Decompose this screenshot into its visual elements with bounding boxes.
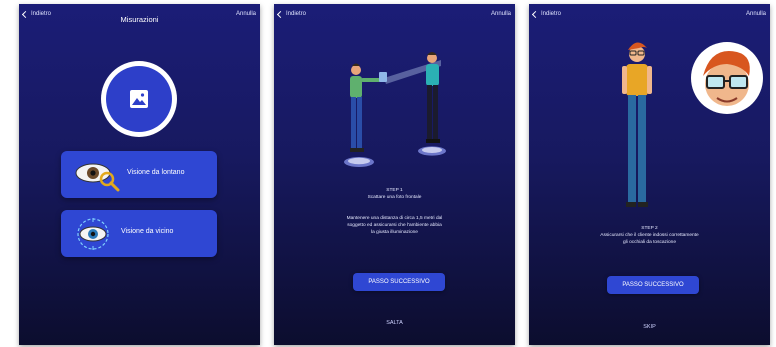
near-vision-button[interactable]: Visione da vicino	[61, 210, 217, 257]
screen-measurements: Indietro Misurazioni Annulla Visione da …	[19, 4, 260, 345]
step-heading: STEP 1 Scattare una foto frontale	[274, 188, 515, 202]
chevron-left-icon	[531, 10, 540, 18]
distance-vision-button[interactable]: Visione da lontano	[61, 151, 217, 198]
step-title: STEP 2	[641, 226, 658, 231]
photo-button[interactable]	[101, 61, 177, 137]
back-label: Indietro	[541, 11, 562, 17]
next-step-button[interactable]: PASSO SUCCESSIVO	[607, 276, 699, 294]
distance-vision-label: Visione da lontano	[127, 169, 185, 176]
eye-target-icon	[73, 217, 113, 251]
chevron-left-icon	[276, 10, 285, 18]
instruction-line: gli occhiali da toscazione	[622, 239, 677, 245]
cancel-button[interactable]: Annulla	[746, 11, 766, 17]
skip-button[interactable]: SKIP	[529, 324, 770, 330]
screen-step-1: Indietro Annulla STEP 1 Scattare una fot…	[274, 4, 515, 345]
step-title: STEP 1	[386, 188, 403, 193]
next-step-button[interactable]: PASSO SUCCESSIVO	[353, 273, 445, 291]
photo-button-inner	[106, 66, 172, 132]
instruction-line: Assicurarsi che il cliente indossi corre…	[600, 232, 699, 238]
step-instructions: Mantenere una distanza di circa 1,5 metr…	[274, 216, 515, 237]
screen-step-2: Indietro Annulla STEP 2 Assicurarsi che …	[529, 4, 770, 345]
page-title: Misurazioni	[120, 15, 159, 24]
image-icon	[130, 90, 148, 108]
back-button[interactable]: Indietro	[276, 10, 307, 18]
top-bar: Indietro Annulla	[529, 4, 770, 30]
cancel-button[interactable]: Annulla	[491, 11, 511, 17]
photo-taking-illustration	[344, 52, 446, 167]
step-heading: STEP 2 Assicurarsi che il cliente indoss…	[529, 226, 770, 247]
near-vision-label: Visione da vicino	[121, 228, 174, 235]
back-label: Indietro	[286, 11, 307, 17]
glasses-person-illustration	[622, 42, 763, 207]
top-bar: Indietro Misurazioni Annulla	[19, 4, 260, 30]
instruction-line: soggetto ed assicurarsi che l'ambiente a…	[347, 222, 442, 228]
eye-magnifier-icon	[73, 158, 121, 192]
top-bar: Indietro Annulla	[274, 4, 515, 30]
cancel-button[interactable]: Annulla	[236, 11, 256, 17]
back-button[interactable]: Indietro	[531, 10, 562, 18]
instruction-line: la giusta illuminazione	[371, 229, 418, 235]
step-subtitle: Scattare una foto frontale	[367, 194, 422, 200]
skip-button[interactable]: SALTA	[274, 320, 515, 326]
instruction-line: Mantenere una distanza di circa 1,5 metr…	[346, 216, 443, 221]
